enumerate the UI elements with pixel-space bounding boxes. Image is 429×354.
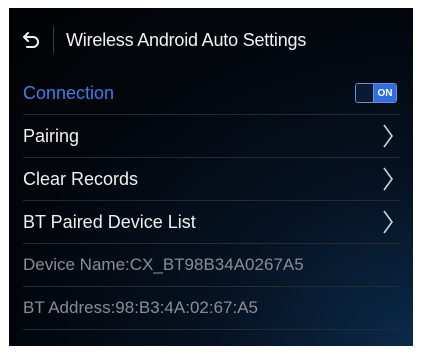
clear-records-label: Clear Records [23, 168, 139, 189]
connection-toggle[interactable]: ON [355, 83, 397, 103]
toggle-state-label: ON [374, 84, 396, 102]
settings-screen: Wireless Android Auto Settings Connectio… [9, 8, 413, 346]
pairing-row[interactable]: Pairing [23, 115, 399, 158]
bt-paired-device-list-label: BT Paired Device List [23, 211, 196, 232]
clear-records-row[interactable]: Clear Records [23, 158, 399, 201]
connection-label: Connection [23, 82, 115, 103]
bt-address-text: BT Address:98:B3:4A:02:67:A5 [23, 298, 259, 317]
pairing-label: Pairing [23, 125, 80, 146]
page-title: Wireless Android Auto Settings [66, 29, 307, 50]
toggle-knob [356, 84, 374, 102]
header-divider [53, 27, 54, 53]
device-name-text: Device Name:CX_BT98B34A0267A5 [23, 255, 304, 274]
header-bar: Wireless Android Auto Settings [9, 8, 413, 72]
bt-address-row: BT Address:98:B3:4A:02:67:A5 [23, 287, 399, 330]
chevron-right-icon [383, 210, 393, 234]
bt-paired-device-list-row[interactable]: BT Paired Device List [23, 201, 399, 244]
back-arrow-icon [23, 32, 39, 48]
connection-row: Connection ON [23, 72, 399, 115]
chevron-right-icon [383, 124, 393, 148]
back-button[interactable] [9, 8, 53, 72]
chevron-right-icon [383, 167, 393, 191]
device-name-row: Device Name:CX_BT98B34A0267A5 [23, 244, 399, 287]
